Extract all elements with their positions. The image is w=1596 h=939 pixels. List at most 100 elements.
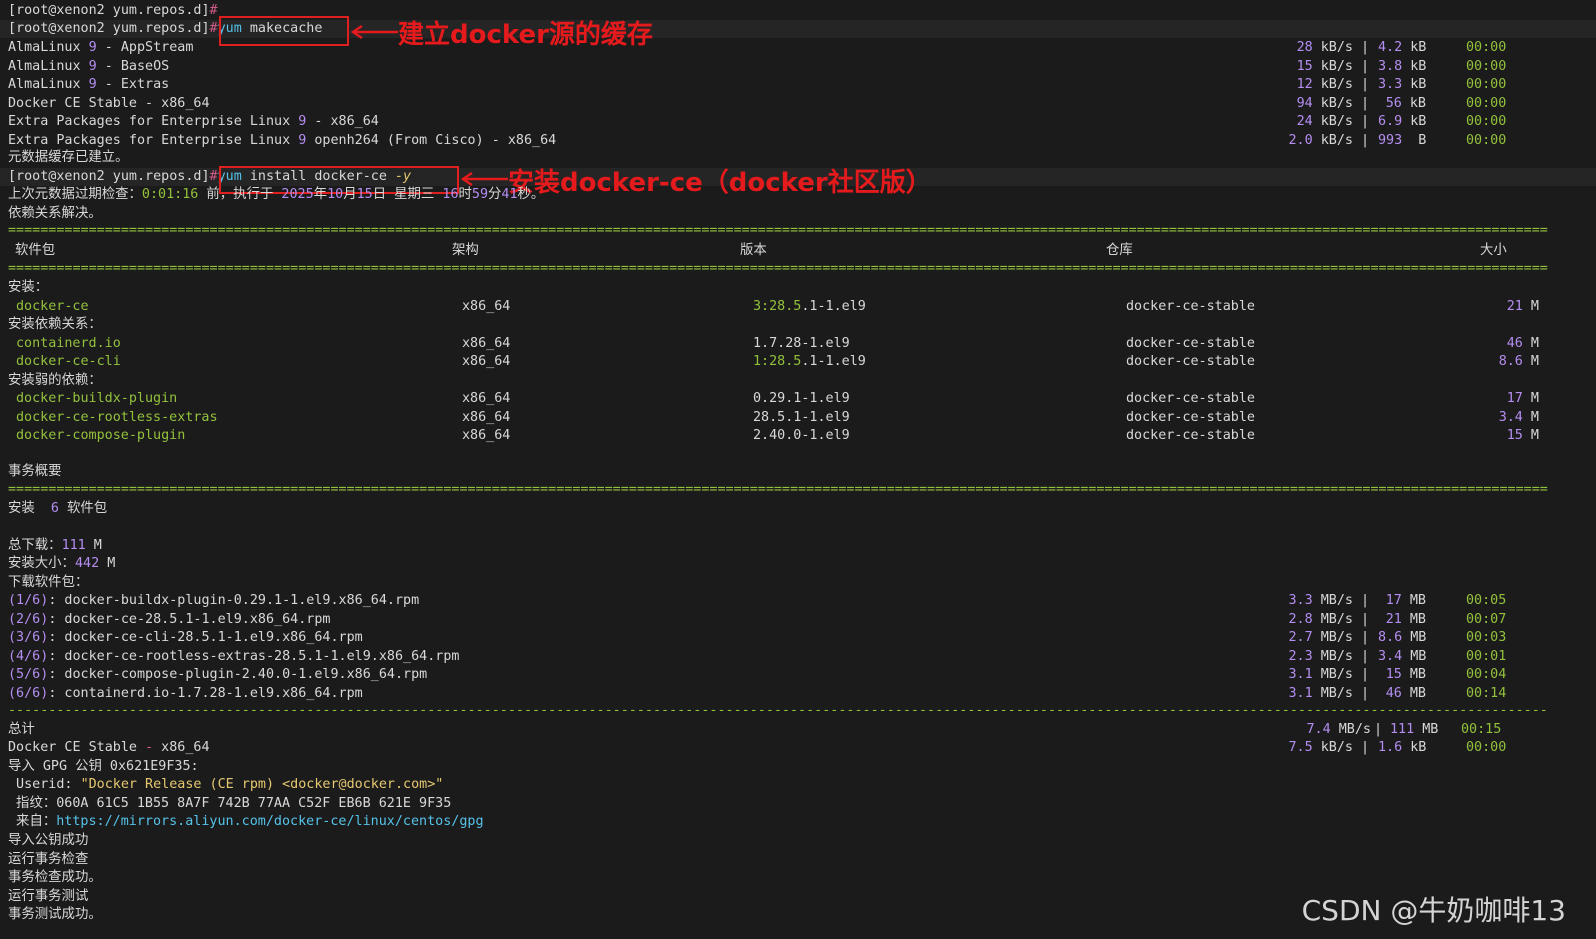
- download-speed: 2.8 MB/s: [1288, 611, 1354, 627]
- prompt-hash: #: [209, 3, 218, 18]
- section-title: 安装：: [8, 280, 49, 295]
- repo-version: 9: [88, 58, 97, 74]
- repo-sep: |: [1353, 95, 1378, 111]
- package-repo: docker-ce-stable: [1126, 354, 1255, 369]
- download-row: (3/6): docker-ce-cli-28.5.1-1.el9.x86_64…: [8, 629, 363, 647]
- download-file: : docker-ce-cli-28.5.1-1.el9.x86_64.rpm: [48, 630, 363, 645]
- repo-version: 9: [88, 77, 97, 92]
- deps-resolved-text: 依赖关系解决。: [8, 206, 102, 221]
- package-version: 1:28.5.1-1.el9: [753, 354, 866, 369]
- repo-name: AlmaLinux: [8, 58, 89, 74]
- download-speed: 3.1 MB/s: [1288, 685, 1354, 701]
- repo-name: Docker CE Stable - x86_64: [8, 95, 210, 111]
- header-arch: 架构: [452, 243, 479, 258]
- gpg-userid-line: Userid: "Docker Release (CE rpm) <docker…: [8, 777, 444, 792]
- prompt-text: [root@xenon2 yum.repos.d]: [8, 21, 210, 36]
- package-arch: x86_64: [462, 428, 511, 443]
- gpg-fingerprint-line: 指纹：060A 61C5 1B55 8A7F 742B 77AA C52F EB…: [8, 796, 452, 811]
- download-size: 3.4 MB: [1378, 648, 1427, 664]
- gpg-source-link[interactable]: https://mirrors.aliyun.com/docker-ce/lin…: [56, 814, 483, 829]
- repo-speed: 2.0 kB/s: [1288, 132, 1354, 148]
- download-speed: 3.1 MB/s: [1288, 667, 1354, 682]
- docker-stable-line: Docker CE Stable - x86_64: [8, 740, 210, 755]
- highlight-box-makecache: [219, 16, 349, 46]
- download-sep: |: [1353, 630, 1378, 645]
- docker-stable-speed: 7.5 kB/s: [1288, 740, 1354, 755]
- makecache-row: Docker CE Stable - x86_64: [8, 95, 210, 113]
- download-file: : docker-ce-rootless-extras-28.5.1-1.el9…: [48, 648, 460, 664]
- repo-time: 00:00: [1466, 77, 1507, 92]
- makecache-row: AlmaLinux 9 - BaseOS: [8, 58, 169, 76]
- download-row: (1/6): docker-buildx-plugin-0.29.1-1.el9…: [8, 592, 419, 610]
- prompt-hash: #: [209, 169, 218, 184]
- download-time: 00:01: [1466, 648, 1507, 664]
- makecache-row: AlmaLinux 9 - Extras: [8, 76, 169, 94]
- header-size: 大小: [1480, 243, 1507, 258]
- repo-speed: 12 kB/s: [1296, 77, 1353, 92]
- download-index: (5/6): [8, 667, 49, 682]
- download-row: (6/6): containerd.io-1.7.28-1.el9.x86_64…: [8, 685, 363, 703]
- docker-stable-time: 00:00: [1466, 740, 1507, 755]
- download-index: (4/6): [8, 648, 49, 664]
- repo-time: 00:00: [1466, 40, 1507, 55]
- docker-stable-size: 1.6 kB: [1378, 740, 1427, 755]
- download-row: (2/6): docker-ce-28.5.1-1.el9.x86_64.rpm: [8, 611, 330, 629]
- package-version: 0.29.1-1.el9: [753, 391, 850, 406]
- gpg-source-line: 来自：https://mirrors.aliyun.com/docker-ce/…: [8, 814, 484, 829]
- summary-title: 事务概要: [8, 464, 62, 479]
- package-repo: docker-ce-stable: [1126, 298, 1255, 314]
- download-time: 00:04: [1466, 667, 1507, 682]
- makecache-row: Extra Packages for Enterprise Linux 9 - …: [8, 113, 379, 131]
- section-title: 安装依赖关系：: [8, 317, 102, 332]
- terminal-window[interactable]: [root@xenon2 yum.repos.d]# [root@xenon2 …: [0, 0, 1596, 939]
- repo-size: 4.2 kB: [1378, 40, 1427, 55]
- download-sep: |: [1353, 593, 1378, 608]
- package-arch: x86_64: [462, 298, 511, 314]
- repo-size: 993 B: [1378, 132, 1427, 148]
- package-version: 1.7.28-1.el9: [753, 335, 850, 351]
- log-line: 运行事务检查: [8, 851, 89, 867]
- package-size: 46 M: [1506, 335, 1539, 351]
- total-speed: 7.4 MB/s: [1306, 722, 1372, 737]
- makecache-row: Extra Packages for Enterprise Linux 9 op…: [8, 132, 556, 150]
- download-row: (4/6): docker-ce-rootless-extras-28.5.1-…: [8, 648, 459, 666]
- download-file: : docker-ce-28.5.1-1.el9.x86_64.rpm: [48, 611, 331, 627]
- total-time: 00:15: [1461, 722, 1502, 737]
- repo-size: 3.3 kB: [1378, 77, 1427, 92]
- watermark-text: CSDN @牛奶咖啡13: [1301, 894, 1566, 927]
- log-line: 运行事务测试: [8, 888, 89, 904]
- arrow-left-icon: [350, 24, 398, 40]
- repo-time: 00:00: [1466, 58, 1507, 74]
- repo-speed: 15 kB/s: [1296, 58, 1353, 74]
- package-name: docker-ce-cli: [16, 354, 121, 369]
- repo-size: 3.8 kB: [1378, 58, 1427, 74]
- download-sep: |: [1353, 648, 1378, 664]
- download-time: 00:07: [1466, 611, 1507, 627]
- download-speed: 3.3 MB/s: [1288, 593, 1354, 608]
- repo-speed: 24 kB/s: [1296, 114, 1353, 129]
- download-time: 00:05: [1466, 593, 1507, 608]
- prompt-line-empty: [root@xenon2 yum.repos.d]#: [8, 2, 218, 20]
- repo-time: 00:00: [1466, 132, 1507, 148]
- repo-sep: |: [1353, 40, 1378, 55]
- package-repo: docker-ce-stable: [1126, 335, 1255, 351]
- annotation-install: 安装docker-ce（docker社区版）: [508, 168, 932, 198]
- repo-suffix: - x86_64: [306, 114, 379, 129]
- package-name: docker-ce-rootless-extras: [16, 409, 218, 425]
- repo-size: 6.9 kB: [1378, 114, 1427, 129]
- repo-name: AlmaLinux: [8, 77, 89, 92]
- package-version: 28.5.1-1.el9: [753, 409, 850, 425]
- download-sep: |: [1353, 685, 1378, 701]
- package-arch: x86_64: [462, 391, 511, 406]
- makecache-row: AlmaLinux 9 - AppStream: [8, 39, 193, 57]
- cache-done-text: 元数据缓存已建立。: [8, 150, 129, 165]
- prompt-hash: #: [209, 21, 218, 36]
- repo-speed: 28 kB/s: [1296, 40, 1353, 55]
- prompt-text: [root@xenon2 yum.repos.d]: [8, 169, 210, 184]
- section-title: 安装弱的依赖：: [8, 372, 102, 388]
- separator-rule: ========================================…: [8, 482, 1548, 497]
- package-size: 3.4 M: [1498, 409, 1539, 425]
- repo-suffix: openh264 (From Cisco) - x86_64: [306, 132, 557, 148]
- package-repo: docker-ce-stable: [1126, 391, 1255, 406]
- download-index: (3/6): [8, 630, 49, 645]
